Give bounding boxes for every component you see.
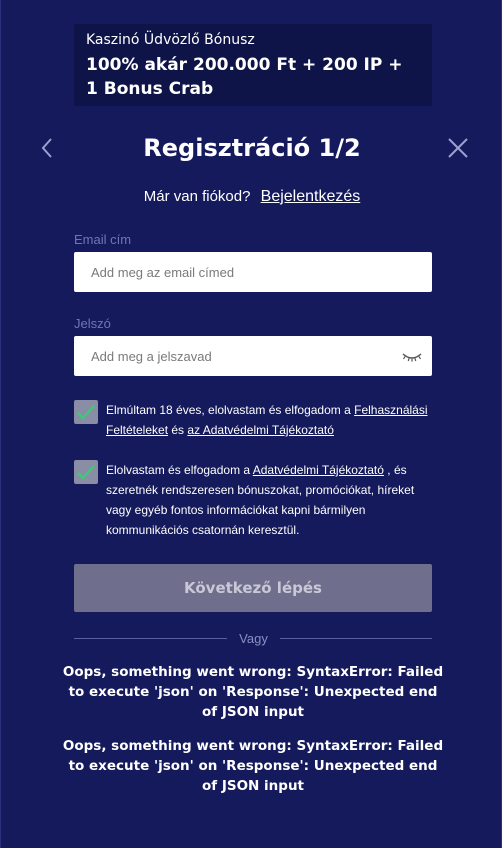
terms-checkbox[interactable] — [74, 400, 98, 424]
login-prompt: Már van fiókod? Bejelentkezés — [1, 186, 502, 208]
registration-page: Kaszinó Üdvözlő Bónusz 100% akár 200.000… — [0, 0, 502, 848]
error-message: Oops, something went wrong: SyntaxError:… — [62, 738, 444, 794]
modal-header: Regisztráció 1/2 — [1, 130, 502, 166]
login-link[interactable]: Bejelentkezés — [261, 188, 361, 205]
password-field[interactable] — [74, 336, 432, 376]
or-label: Vagy — [239, 631, 268, 646]
checkmark-icon — [77, 465, 95, 480]
marketing-text-before: Elolvastam és elfogadom a — [106, 463, 253, 477]
or-divider: Vagy — [74, 630, 432, 648]
page-title: Regisztráció 1/2 — [143, 134, 361, 162]
divider-line-left — [74, 638, 227, 639]
terms-text-mid: és — [168, 423, 188, 437]
password-label: Jelszó — [74, 316, 111, 331]
error-message: Oops, something went wrong: SyntaxError:… — [62, 664, 444, 720]
close-button[interactable] — [446, 136, 470, 160]
close-icon — [448, 138, 468, 158]
terms-consent-text: Elmúltam 18 éves, elolvastam és elfogado… — [106, 400, 432, 440]
bonus-offer: 100% akár 200.000 Ft + 200 IP + 1 Bonus … — [86, 55, 403, 99]
checkmark-icon — [77, 405, 95, 420]
login-question: Már van fiókod? — [143, 188, 251, 205]
privacy-notice-link[interactable]: Adatvédelmi Tájékoztató — [253, 463, 384, 477]
email-label: Email cím — [74, 232, 132, 247]
next-step-button[interactable]: Következő lépés — [74, 564, 432, 612]
marketing-consent-text: Elolvastam és elfogadom a Adatvédelmi Tá… — [106, 460, 432, 540]
marketing-checkbox[interactable] — [74, 460, 98, 484]
email-field[interactable] — [74, 252, 432, 292]
terms-consent: Elmúltam 18 éves, elolvastam és elfogado… — [74, 400, 432, 444]
eye-closed-icon[interactable] — [401, 350, 423, 364]
welcome-bonus-banner: Kaszinó Üdvözlő Bónusz 100% akár 200.000… — [74, 24, 432, 106]
marketing-consent: Elolvastam és elfogadom a Adatvédelmi Tá… — [74, 460, 432, 540]
privacy-policy-link[interactable]: az Adatvédelmi Tájékoztató — [187, 423, 334, 437]
terms-text-before: Elmúltam 18 éves, elolvastam és elfogado… — [106, 403, 355, 417]
bonus-caption: Kaszinó Üdvözlő Bónusz — [86, 32, 255, 48]
divider-line-right — [280, 638, 432, 639]
